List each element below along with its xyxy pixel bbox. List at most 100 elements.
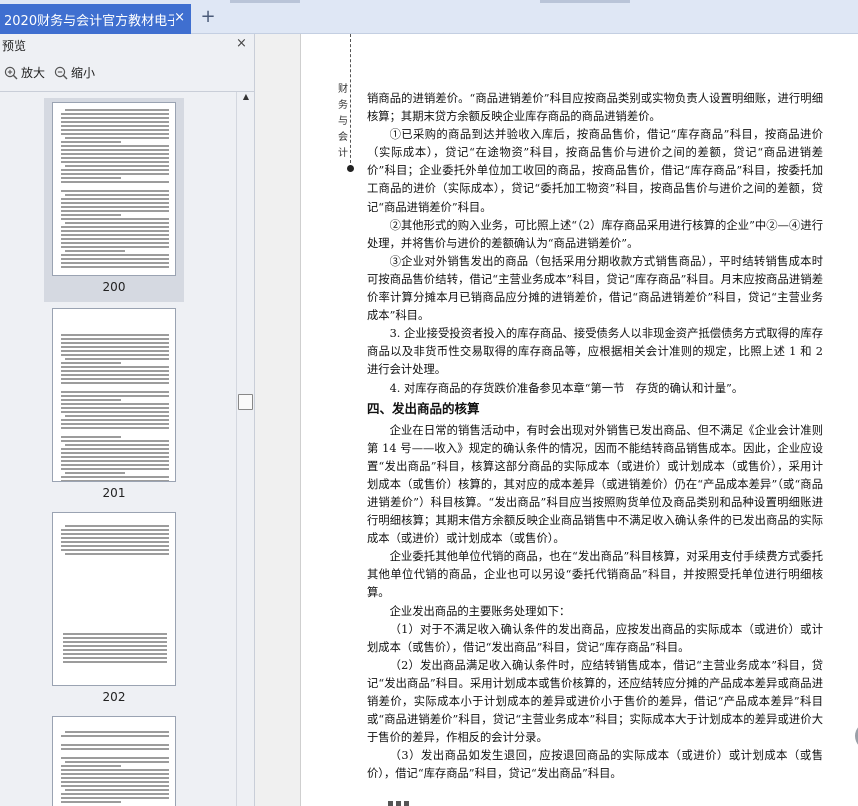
thumbnail-text-line — [61, 129, 169, 131]
thumbnail-text-line — [61, 549, 169, 551]
section-heading: 四、发出商品的核算 — [367, 400, 480, 416]
body-paragraph: 企业委托其他单位代销的商品，也在“发出商品”科目核算，对采用支付手续费方式委托其… — [367, 550, 823, 600]
page-margin-dot — [347, 165, 354, 172]
thumbnail-list: 200 201 202 — [0, 92, 236, 806]
thumbnail-text-line — [61, 254, 169, 256]
zoom-in-button[interactable]: 放大 — [4, 64, 45, 81]
thumbnail-text-line — [61, 125, 169, 127]
sidebar-toolbar: 放大 缩小 — [0, 64, 255, 84]
thumbnail-text-line — [61, 436, 121, 438]
body-paragraph: （3）发出商品如发生退回，应按退回商品的实际成本（或进价）或计划成本（或售价），… — [367, 749, 823, 781]
thumbnail-text-line — [61, 266, 169, 268]
page-thumbnail-203[interactable] — [52, 716, 176, 806]
page-thumbnail-201[interactable] — [52, 308, 176, 482]
body-paragraph: ①已采购的商品到达并验收入库后，按商品售价，借记“库存商品”科目，按商品进价（实… — [367, 128, 823, 214]
zoom-in-icon — [4, 66, 18, 79]
thumbnail-text-line — [61, 378, 169, 380]
document-viewer[interactable]: 财 务 与 会 计 销商品的进销差价。“商品进销差价”科目应按商品类别或实物负责… — [255, 34, 858, 806]
thumbnail-text-line — [61, 113, 169, 115]
thumbnail-text-line — [61, 529, 169, 531]
tab-bar: 2020财务与会计官方教材电子版 × + — [0, 0, 858, 34]
thumbnail-text-line — [61, 423, 169, 425]
thumbnail-text-line — [61, 748, 169, 750]
new-tab-button[interactable]: + — [198, 7, 218, 27]
thumbnail-text-line — [61, 382, 169, 384]
thumbnail-text-line — [61, 399, 121, 401]
thumbnail-text-line — [61, 226, 169, 228]
page-thumbnail-200[interactable] — [52, 102, 176, 276]
thumbnail-text-line — [61, 141, 121, 143]
thumbnail-text-line — [61, 149, 169, 151]
page-margin-rule — [350, 34, 351, 168]
body-paragraph: （1）对于不满足收入确认条件的发出商品，应按发出商品的实际成本（或进价）或计划成… — [367, 622, 823, 654]
thumbnail-text-line — [61, 242, 169, 244]
page-thumbnail-202[interactable] — [52, 512, 176, 686]
preview-sidebar: 预览 × 放大 缩小 200 201 202 ▲ — [0, 34, 255, 806]
thumbnail-text-line — [61, 362, 121, 364]
body-paragraph: 3. 企业接受投资者投入的库存商品、接受债务人以非现金资产抵偿债务方式取得的库存… — [367, 327, 823, 377]
zoom-out-icon — [54, 66, 68, 79]
close-tab-icon[interactable]: × — [174, 11, 185, 25]
thumbnail-text-line — [63, 649, 167, 651]
thumbnail-text-line — [61, 411, 169, 413]
sidebar-title: 预览 — [2, 39, 27, 53]
zoom-out-label: 缩小 — [71, 66, 96, 80]
body-paragraph: 4. 对库存商品的存货跌价准备参见本章“第一节 存货的确认和计量”。 — [389, 381, 744, 395]
thumbnail-text-line — [61, 346, 169, 348]
document-tab[interactable]: 2020财务与会计官方教材电子版 × — [0, 4, 191, 34]
zoom-out-button[interactable]: 缩小 — [54, 64, 95, 81]
thumbnail-text-line — [61, 448, 169, 450]
thumbnail-text-line — [61, 246, 169, 248]
thumbnail-text-line — [61, 145, 169, 147]
document-tab-title: 2020财务与会计官方教材电子版 — [4, 13, 174, 29]
thumbnail-text-line — [63, 657, 167, 659]
thumbnail-text-line — [65, 194, 169, 196]
thumbnail-text-line — [61, 238, 169, 240]
thumbnail-text-line — [61, 785, 169, 787]
thumbnail-text-line — [61, 121, 169, 123]
thumbnail-text-line — [65, 789, 169, 791]
thumbnail-text-line — [61, 757, 169, 759]
running-header-label: 财 务 与 会 计 — [338, 84, 348, 159]
thumbnail-scrollbar[interactable]: ▲ — [236, 92, 254, 806]
thumbnail-text-line — [61, 452, 169, 454]
thumbnail-text-line — [61, 537, 169, 539]
body-paragraph: （2）发出商品满足收入确认条件时，应结转销售成本，借记“主营业务成本”科目，贷记… — [367, 658, 823, 745]
thumbnail-text-line — [65, 358, 169, 360]
thumbnail-text-line — [61, 173, 169, 175]
thumbnail-text-line — [61, 206, 169, 208]
scroll-up-arrow-icon[interactable]: ▲ — [241, 92, 251, 102]
thumbnail-text-line — [61, 533, 169, 535]
thumbnail-text-line — [61, 773, 169, 775]
thumbnail-text-line — [61, 744, 169, 746]
thumbnail-text-line — [65, 553, 169, 555]
thumbnail-text-line — [61, 157, 169, 159]
tab-bar-decoration — [540, 0, 630, 3]
thumbnail-text-line — [61, 476, 169, 478]
body-paragraph: ②其他形式的购入业务，可比照上述“（2）库存商品采用进行核算的企业”中②—④进行… — [367, 218, 823, 250]
thumbnail-text-line — [61, 735, 169, 737]
document-page: 财 务 与 会 计 销商品的进销差价。“商品进销差价”科目应按商品类别或实物负责… — [300, 34, 858, 806]
page-body-text: 销商品的进销差价。“商品进销差价”科目应按商品类别或实物负责人设置明细账，进行明… — [367, 90, 823, 783]
zoom-in-label: 放大 — [21, 66, 46, 80]
body-paragraph: 销商品的进销差价。“商品进销差价”科目应按商品类别或实物负责人设置明细账，进行明… — [367, 92, 823, 124]
thumbnail-text-line — [61, 218, 169, 220]
thumbnail-text-line — [61, 334, 169, 336]
thumbnail-text-line — [61, 210, 169, 212]
page-number-fragment — [388, 801, 418, 806]
thumbnail-text-line — [61, 801, 121, 803]
thumbnail-text-line — [61, 456, 169, 458]
tab-bar-decoration — [230, 0, 300, 3]
thumbnail-text-line — [61, 460, 169, 462]
thumbnail-text-line — [61, 793, 169, 795]
thumbnail-text-line — [65, 731, 169, 733]
thumbnail-text-line — [61, 427, 169, 429]
sidebar-close-icon[interactable]: × — [236, 36, 247, 51]
thumbnail-text-line — [65, 137, 169, 139]
thumbnail-text-line — [61, 234, 169, 236]
thumbnail-text-line — [61, 169, 169, 171]
thumbnail-text-line — [61, 230, 169, 232]
thumbnail-text-line — [61, 366, 169, 368]
scrollbar-thumb[interactable] — [238, 394, 253, 410]
thumbnail-text-line — [61, 177, 121, 179]
